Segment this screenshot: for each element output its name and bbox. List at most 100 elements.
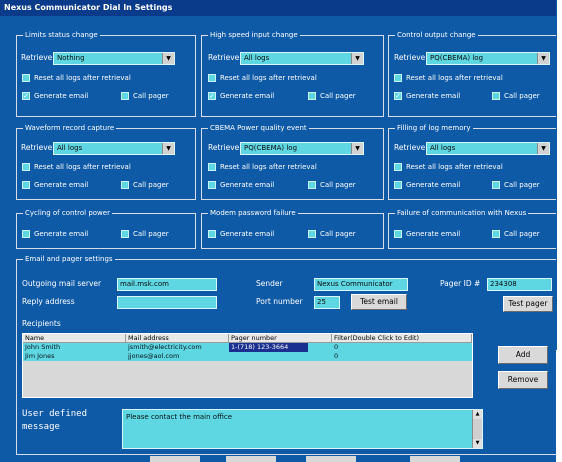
cell-name: John Smith — [25, 343, 61, 351]
panel-modem-password: Modem password failure Generate email Ca… — [201, 207, 384, 249]
chevron-down-icon[interactable]: ▼ — [537, 143, 549, 154]
reset-logs-checkbox[interactable] — [394, 74, 402, 82]
panel-title: Modem password failure — [208, 207, 298, 219]
panel-title: Limits status change — [23, 29, 100, 41]
chevron-down-icon[interactable]: ▼ — [351, 143, 363, 154]
retrieve-dropdown[interactable]: PQ(CBEMA) log ▼ — [426, 52, 550, 65]
sender-label: Sender — [256, 279, 283, 288]
generate-email-checkbox[interactable] — [22, 230, 30, 238]
generate-email-label: Generate email — [406, 230, 461, 238]
user-message-textarea[interactable]: Please contact the main office ▲ ▼ — [122, 409, 483, 449]
chevron-down-icon[interactable]: ▼ — [162, 143, 174, 154]
generate-email-checkbox[interactable]: ✓ — [208, 92, 216, 100]
table-row[interactable]: John Smith jsmith@electricity.com 1-(718… — [23, 343, 472, 352]
message-scrollbar[interactable]: ▲ ▼ — [472, 410, 482, 448]
dropdown-value: PQ(CBEMA) log — [244, 144, 298, 152]
retrieve-dropdown[interactable]: PQ(CBEMA) log ▼ — [240, 142, 364, 155]
cell-filter[interactable]: 0 — [332, 352, 474, 361]
panel-title: High speed input change — [208, 29, 300, 41]
call-pager-checkbox[interactable] — [121, 181, 129, 189]
bottom-button[interactable] — [306, 456, 356, 462]
call-pager-checkbox[interactable] — [492, 230, 500, 238]
generate-email-checkbox[interactable] — [394, 230, 402, 238]
reset-logs-label: Reset all logs after retrieval — [34, 74, 131, 82]
reply-label: Reply address — [22, 297, 75, 306]
settings-window: Nexus Communicator Dial In Settings Limi… — [0, 0, 556, 462]
retrieve-label: Retrieve — [394, 143, 426, 152]
generate-email-checkbox[interactable] — [394, 181, 402, 189]
retrieve-label: Retrieve — [21, 53, 53, 62]
call-pager-checkbox[interactable] — [308, 230, 316, 238]
reset-logs-label: Reset all logs after retrieval — [220, 74, 317, 82]
panel-title: Failure of communication with Nexus — [395, 207, 529, 219]
cell-filter[interactable]: 0 — [332, 343, 474, 352]
call-pager-checkbox[interactable] — [121, 92, 129, 100]
generate-email-label: Generate email — [406, 181, 461, 189]
scroll-up-icon[interactable]: ▲ — [473, 410, 482, 419]
reset-logs-checkbox[interactable] — [208, 74, 216, 82]
chevron-down-icon[interactable]: ▼ — [537, 53, 549, 64]
bottom-button[interactable] — [226, 456, 276, 462]
dropdown-value: All logs — [244, 54, 270, 62]
generate-email-label: Generate email — [34, 92, 89, 100]
pager-id-label: Pager ID # — [440, 279, 481, 288]
generate-email-checkbox[interactable]: ✓ — [394, 92, 402, 100]
column-header-mail[interactable]: Mail address — [126, 334, 229, 343]
retrieve-dropdown[interactable]: All logs ▼ — [240, 52, 364, 65]
panel-title: Email and pager settings — [23, 253, 115, 265]
call-pager-checkbox[interactable] — [121, 230, 129, 238]
call-pager-checkbox[interactable] — [308, 181, 316, 189]
cell-name: Jim Jones — [25, 352, 55, 360]
test-pager-button[interactable]: Test pager — [503, 296, 553, 312]
call-pager-checkbox[interactable] — [492, 181, 500, 189]
generate-email-checkbox[interactable] — [208, 181, 216, 189]
panel-control-output: Control output change Retrieve PQ(CBEMA)… — [388, 29, 556, 117]
recipients-table[interactable]: Name Mail address Pager number Filter(Do… — [22, 333, 473, 398]
column-header-name[interactable]: Name — [23, 334, 126, 343]
reset-logs-checkbox[interactable] — [22, 163, 30, 171]
generate-email-label: Generate email — [220, 230, 275, 238]
cell-pager[interactable] — [229, 352, 334, 361]
generate-email-label: Generate email — [220, 181, 275, 189]
message-label: User defined — [22, 409, 88, 419]
panel-waveform-record: Waveform record capture Retrieve All log… — [16, 122, 196, 200]
port-input[interactable]: 25 — [314, 296, 340, 309]
bottom-button[interactable] — [410, 456, 460, 462]
port-label: Port number — [256, 297, 303, 306]
panel-cycling-control-power: Cycling of control power Generate email … — [16, 207, 196, 249]
call-pager-label: Call pager — [504, 181, 540, 189]
reset-logs-label: Reset all logs after retrieval — [406, 163, 503, 171]
call-pager-checkbox[interactable] — [492, 92, 500, 100]
remove-button[interactable]: Remove — [498, 371, 548, 389]
test-email-button[interactable]: Test email — [351, 294, 407, 310]
generate-email-checkbox[interactable]: ✓ — [22, 92, 30, 100]
scroll-down-icon[interactable]: ▼ — [473, 439, 482, 448]
panel-filling-log-memory: Filling of log memory Retrieve All logs … — [388, 122, 556, 200]
call-pager-label: Call pager — [133, 92, 169, 100]
call-pager-checkbox[interactable] — [308, 92, 316, 100]
table-row[interactable]: Jim Jones jjones@aol.com 0 — [23, 352, 472, 361]
reset-logs-checkbox[interactable] — [394, 163, 402, 171]
reply-address-input[interactable] — [117, 296, 217, 309]
column-header-pager[interactable]: Pager number — [229, 334, 332, 343]
generate-email-checkbox[interactable] — [22, 181, 30, 189]
chevron-down-icon[interactable]: ▼ — [162, 53, 174, 64]
reset-logs-checkbox[interactable] — [22, 74, 30, 82]
retrieve-dropdown[interactable]: Nothing ▼ — [53, 52, 175, 65]
chevron-down-icon[interactable]: ▼ — [351, 53, 363, 64]
pager-id-input[interactable]: 234308 — [487, 278, 552, 291]
add-button[interactable]: Add — [498, 346, 548, 364]
mail-server-input[interactable]: mail.msk.com — [117, 278, 217, 291]
retrieve-dropdown[interactable]: All logs ▼ — [426, 142, 550, 155]
sender-input[interactable]: Nexus Communicator — [314, 278, 408, 291]
call-pager-label: Call pager — [504, 230, 540, 238]
cell-pager[interactable]: 1-(718) 123-3664 — [229, 343, 308, 352]
reset-logs-checkbox[interactable] — [208, 163, 216, 171]
column-header-filter[interactable]: Filter(Double Click to Edit) — [332, 334, 472, 343]
reset-logs-label: Reset all logs after retrieval — [34, 163, 131, 171]
panel-cbema-event: CBEMA Power quality event Retrieve PQ(CB… — [201, 122, 384, 200]
retrieve-dropdown[interactable]: All logs ▼ — [53, 142, 175, 155]
cell-mail: jsmith@electricity.com — [128, 343, 202, 351]
bottom-button[interactable] — [150, 456, 200, 462]
generate-email-checkbox[interactable] — [208, 230, 216, 238]
